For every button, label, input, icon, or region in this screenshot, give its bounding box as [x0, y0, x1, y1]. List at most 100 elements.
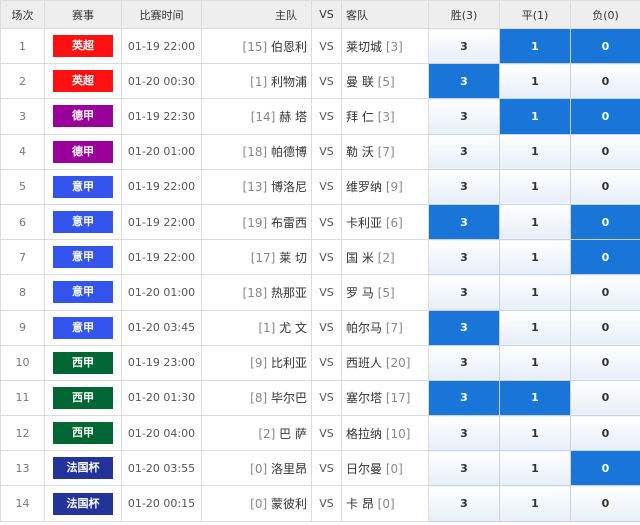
odds-lose-button[interactable]: 0 [570, 309, 640, 346]
odds-lose-button[interactable]: 0 [570, 485, 640, 522]
league-badge[interactable]: 西甲 [53, 351, 113, 374]
odds-win-button[interactable]: 3 [428, 344, 500, 381]
league-badge[interactable]: 德甲 [53, 105, 113, 128]
league-badge[interactable]: 意甲 [53, 281, 113, 304]
odds-win-button[interactable]: 3 [428, 309, 500, 346]
odds-lose-button[interactable]: 0 [570, 27, 640, 65]
odds-win-button[interactable]: 3 [428, 168, 500, 205]
odds-draw-button[interactable]: 1 [499, 344, 571, 381]
table-row: 7 意甲 01-19 22:00 [17] 莱 切 VS 国 米 [2] 3 1 0 [0, 239, 640, 276]
odds-lose-button[interactable]: 0 [570, 450, 640, 487]
home-team[interactable]: 毕尔巴 [271, 391, 307, 405]
odds-win-button[interactable]: 3 [428, 485, 500, 522]
match-index: 2 [0, 63, 45, 100]
league-badge[interactable]: 法国杯 [53, 492, 113, 515]
odds-draw-button[interactable]: 1 [499, 379, 571, 417]
league-badge[interactable]: 英超 [53, 70, 113, 93]
odds-lose-button[interactable]: 0 [570, 379, 640, 417]
match-index: 6 [0, 203, 45, 241]
away-team[interactable]: 日尔曼 [346, 462, 382, 476]
match-index: 9 [0, 309, 45, 346]
odds-draw-button[interactable]: 1 [499, 203, 571, 241]
away-team[interactable]: 格拉纳 [346, 427, 382, 441]
odds-win-button[interactable]: 3 [428, 98, 500, 135]
away-team[interactable]: 莱切城 [346, 40, 382, 54]
league-badge[interactable]: 意甲 [53, 316, 113, 339]
odds-lose-button[interactable]: 0 [570, 63, 640, 100]
odds-draw-button[interactable]: 1 [499, 239, 571, 276]
odds-lose-button[interactable]: 0 [570, 133, 640, 170]
home-team[interactable]: 布雷西 [271, 216, 307, 230]
odds-draw-button[interactable]: 1 [499, 274, 571, 311]
match-time: 01-20 01:00 [121, 133, 202, 170]
away-team[interactable]: 勒 沃 [346, 145, 374, 159]
home-team[interactable]: 洛里昂 [271, 462, 307, 476]
match-time: 01-20 00:30 [121, 63, 202, 100]
odds-draw-button[interactable]: 1 [499, 27, 571, 65]
away-rank: [10] [385, 426, 411, 441]
odds-lose-button[interactable]: 0 [570, 98, 640, 135]
home-team[interactable]: 热那亚 [271, 286, 307, 300]
odds-lose-button[interactable]: 0 [570, 168, 640, 205]
away-team[interactable]: 维罗纳 [346, 180, 382, 194]
league-badge[interactable]: 意甲 [53, 211, 113, 234]
odds-lose-button[interactable]: 0 [570, 239, 640, 276]
home-team-cell: [15] 伯恩利 [201, 27, 312, 65]
odds-draw-button[interactable]: 1 [499, 133, 571, 170]
home-team[interactable]: 利物浦 [271, 75, 307, 89]
away-team[interactable]: 罗 马 [346, 286, 374, 300]
league-badge[interactable]: 法国杯 [53, 457, 113, 480]
league-badge[interactable]: 意甲 [53, 175, 113, 198]
away-team[interactable]: 帕尔马 [346, 321, 382, 335]
vs-label: VS [311, 274, 342, 311]
match-index: 14 [0, 485, 45, 522]
odds-draw-button[interactable]: 1 [499, 450, 571, 487]
odds-lose-button[interactable]: 0 [570, 203, 640, 241]
league-badge[interactable]: 西甲 [53, 422, 113, 445]
league-badge[interactable]: 德甲 [53, 140, 113, 163]
odds-draw-button[interactable]: 1 [499, 168, 571, 205]
odds-win-button[interactable]: 3 [428, 133, 500, 170]
odds-lose-button[interactable]: 0 [570, 344, 640, 381]
odds-win-button[interactable]: 3 [428, 274, 500, 311]
odds-win-button[interactable]: 3 [428, 415, 500, 452]
home-team[interactable]: 帕德博 [271, 145, 307, 159]
away-team[interactable]: 卡利亚 [346, 216, 382, 230]
odds-win-button[interactable]: 3 [428, 27, 500, 65]
home-team[interactable]: 蒙彼利 [271, 497, 307, 511]
home-team[interactable]: 比利亚 [271, 356, 307, 370]
odds-win-button[interactable]: 3 [428, 450, 500, 487]
odds-draw-button[interactable]: 1 [499, 309, 571, 346]
odds-lose-button[interactable]: 0 [570, 274, 640, 311]
odds-draw-button[interactable]: 1 [499, 63, 571, 100]
home-team[interactable]: 赫 塔 [279, 110, 307, 124]
odds-win-button[interactable]: 3 [428, 63, 500, 100]
away-team[interactable]: 拜 仁 [346, 110, 374, 124]
home-team[interactable]: 巴 萨 [279, 427, 307, 441]
away-team[interactable]: 塞尔塔 [346, 391, 382, 405]
league-badge[interactable]: 西甲 [53, 386, 113, 409]
header-index: 场次 [0, 0, 45, 29]
home-team[interactable]: 尤 文 [279, 321, 307, 335]
home-rank: [1] [250, 74, 268, 89]
odds-lose-button[interactable]: 0 [570, 415, 640, 452]
vs-label: VS [311, 485, 342, 522]
home-team[interactable]: 博洛尼 [271, 180, 307, 194]
away-team[interactable]: 卡 昂 [346, 497, 374, 511]
odds-draw-button[interactable]: 1 [499, 98, 571, 135]
away-team[interactable]: 曼 联 [346, 75, 374, 89]
header-draw: 平(1) [499, 0, 571, 29]
home-team[interactable]: 伯恩利 [271, 40, 307, 54]
odds-win-button[interactable]: 3 [428, 379, 500, 417]
away-team[interactable]: 国 米 [346, 251, 374, 265]
league-badge[interactable]: 意甲 [53, 246, 113, 269]
match-time: 01-19 22:00 [121, 203, 202, 241]
odds-draw-button[interactable]: 1 [499, 415, 571, 452]
home-team[interactable]: 莱 切 [279, 251, 307, 265]
away-team[interactable]: 西班人 [346, 356, 382, 370]
league-badge[interactable]: 英超 [53, 35, 113, 58]
home-rank: [9] [250, 356, 268, 371]
odds-draw-button[interactable]: 1 [499, 485, 571, 522]
odds-win-button[interactable]: 3 [428, 203, 500, 241]
odds-win-button[interactable]: 3 [428, 239, 500, 276]
